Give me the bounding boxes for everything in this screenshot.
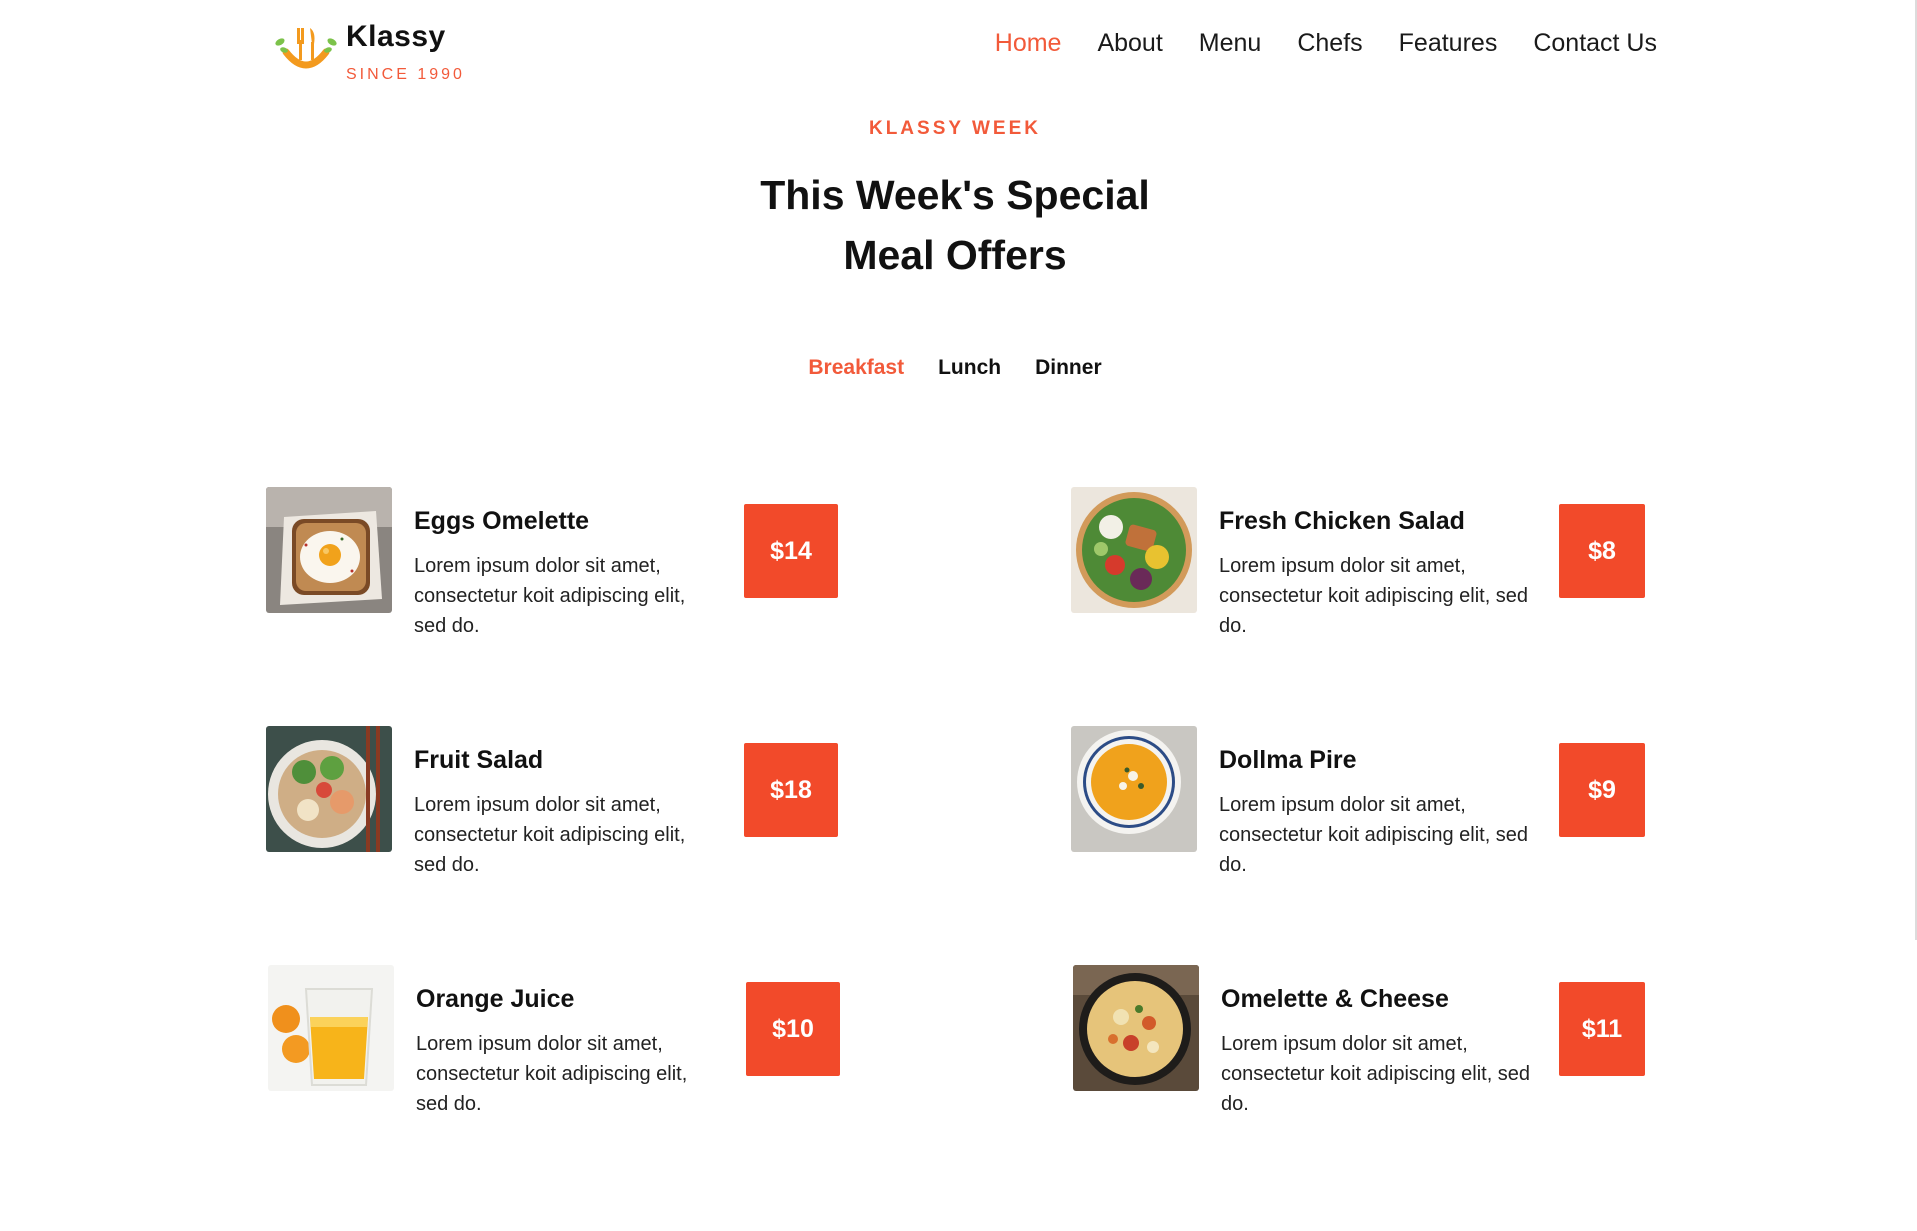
- tab-dinner[interactable]: Dinner: [1035, 356, 1102, 380]
- menu-item[interactable]: Fresh Chicken Salad Lorem ipsum dolor si…: [1071, 487, 1651, 647]
- nav-contact-us[interactable]: Contact Us: [1533, 28, 1657, 58]
- tab-lunch[interactable]: Lunch: [938, 356, 1001, 380]
- menu-item-name: Orange Juice: [416, 985, 575, 1013]
- menu-item[interactable]: Orange Juice Lorem ipsum dolor sit amet,…: [268, 965, 848, 1125]
- meal-tabs: Breakfast Lunch Dinner: [0, 356, 1910, 380]
- site-header: Klassy SINCE 1990 Home About Menu Chefs …: [0, 0, 1917, 100]
- price-badge[interactable]: $8: [1559, 504, 1645, 598]
- brand-logo[interactable]: Klassy SINCE 1990: [270, 20, 465, 84]
- menu-item-description: Lorem ipsum dolor sit amet, consectetur …: [1219, 555, 1529, 637]
- section-title-line-1: This Week's Special: [760, 172, 1150, 218]
- section-title-line-2: Meal Offers: [843, 232, 1067, 278]
- menu-item[interactable]: Omelette & Cheese Lorem ipsum dolor sit …: [1073, 965, 1653, 1125]
- menu-item-description: Lorem ipsum dolor sit amet, consectetur …: [416, 1033, 688, 1115]
- brand-name: Klassy: [346, 20, 446, 53]
- pumpkin-soup-photo: [1071, 726, 1197, 852]
- nav-features[interactable]: Features: [1399, 28, 1498, 58]
- fork-knife-smile-logo-icon: [275, 28, 337, 69]
- price-badge[interactable]: $18: [744, 743, 838, 837]
- nav-chefs[interactable]: Chefs: [1297, 28, 1362, 58]
- price-badge[interactable]: $9: [1559, 743, 1645, 837]
- brand-tagline: SINCE 1990: [346, 66, 465, 83]
- section-eyebrow: KLASSY WEEK: [868, 118, 1041, 139]
- menu-item-name: Fruit Salad: [414, 746, 544, 774]
- menu-item-name: Omelette & Cheese: [1221, 985, 1449, 1013]
- price-badge[interactable]: $11: [1559, 982, 1645, 1076]
- menu-item[interactable]: Fruit Salad Lorem ipsum dolor sit amet, …: [266, 726, 846, 886]
- cheese-omelette-pan-photo: [1073, 965, 1199, 1091]
- nav-menu[interactable]: Menu: [1199, 28, 1262, 58]
- page: Klassy SINCE 1990 Home About Menu Chefs …: [0, 0, 1917, 1231]
- menu-item[interactable]: Eggs Omelette Lorem ipsum dolor sit amet…: [266, 487, 846, 647]
- fried-egg-toast-photo: [266, 487, 392, 613]
- section-title: This Week's Special Meal Offers: [0, 165, 1910, 285]
- nav-about[interactable]: About: [1097, 28, 1162, 58]
- nav-home[interactable]: Home: [995, 28, 1062, 58]
- main-nav: Home About Menu Chefs Features Contact U…: [995, 28, 1657, 58]
- menu-item-description: Lorem ipsum dolor sit amet, consectetur …: [1221, 1033, 1531, 1115]
- orange-juice-glass-photo: [268, 965, 394, 1091]
- menu-item-name: Eggs Omelette: [414, 507, 590, 535]
- menu-item-description: Lorem ipsum dolor sit amet, consectetur …: [414, 794, 686, 876]
- menu-item-name: Dollma Pire: [1219, 746, 1357, 774]
- menu-item-description: Lorem ipsum dolor sit amet, consectetur …: [1219, 794, 1529, 876]
- menu-item[interactable]: Dollma Pire Lorem ipsum dolor sit amet, …: [1071, 726, 1651, 886]
- menu-item-description: Lorem ipsum dolor sit amet, consectetur …: [414, 555, 686, 637]
- chicken-salad-bowl-photo: [1071, 487, 1197, 613]
- menu-item-name: Fresh Chicken Salad: [1219, 507, 1465, 535]
- fruit-salad-bowl-photo: [266, 726, 392, 852]
- tab-breakfast[interactable]: Breakfast: [808, 356, 904, 380]
- price-badge[interactable]: $10: [746, 982, 840, 1076]
- price-badge[interactable]: $14: [744, 504, 838, 598]
